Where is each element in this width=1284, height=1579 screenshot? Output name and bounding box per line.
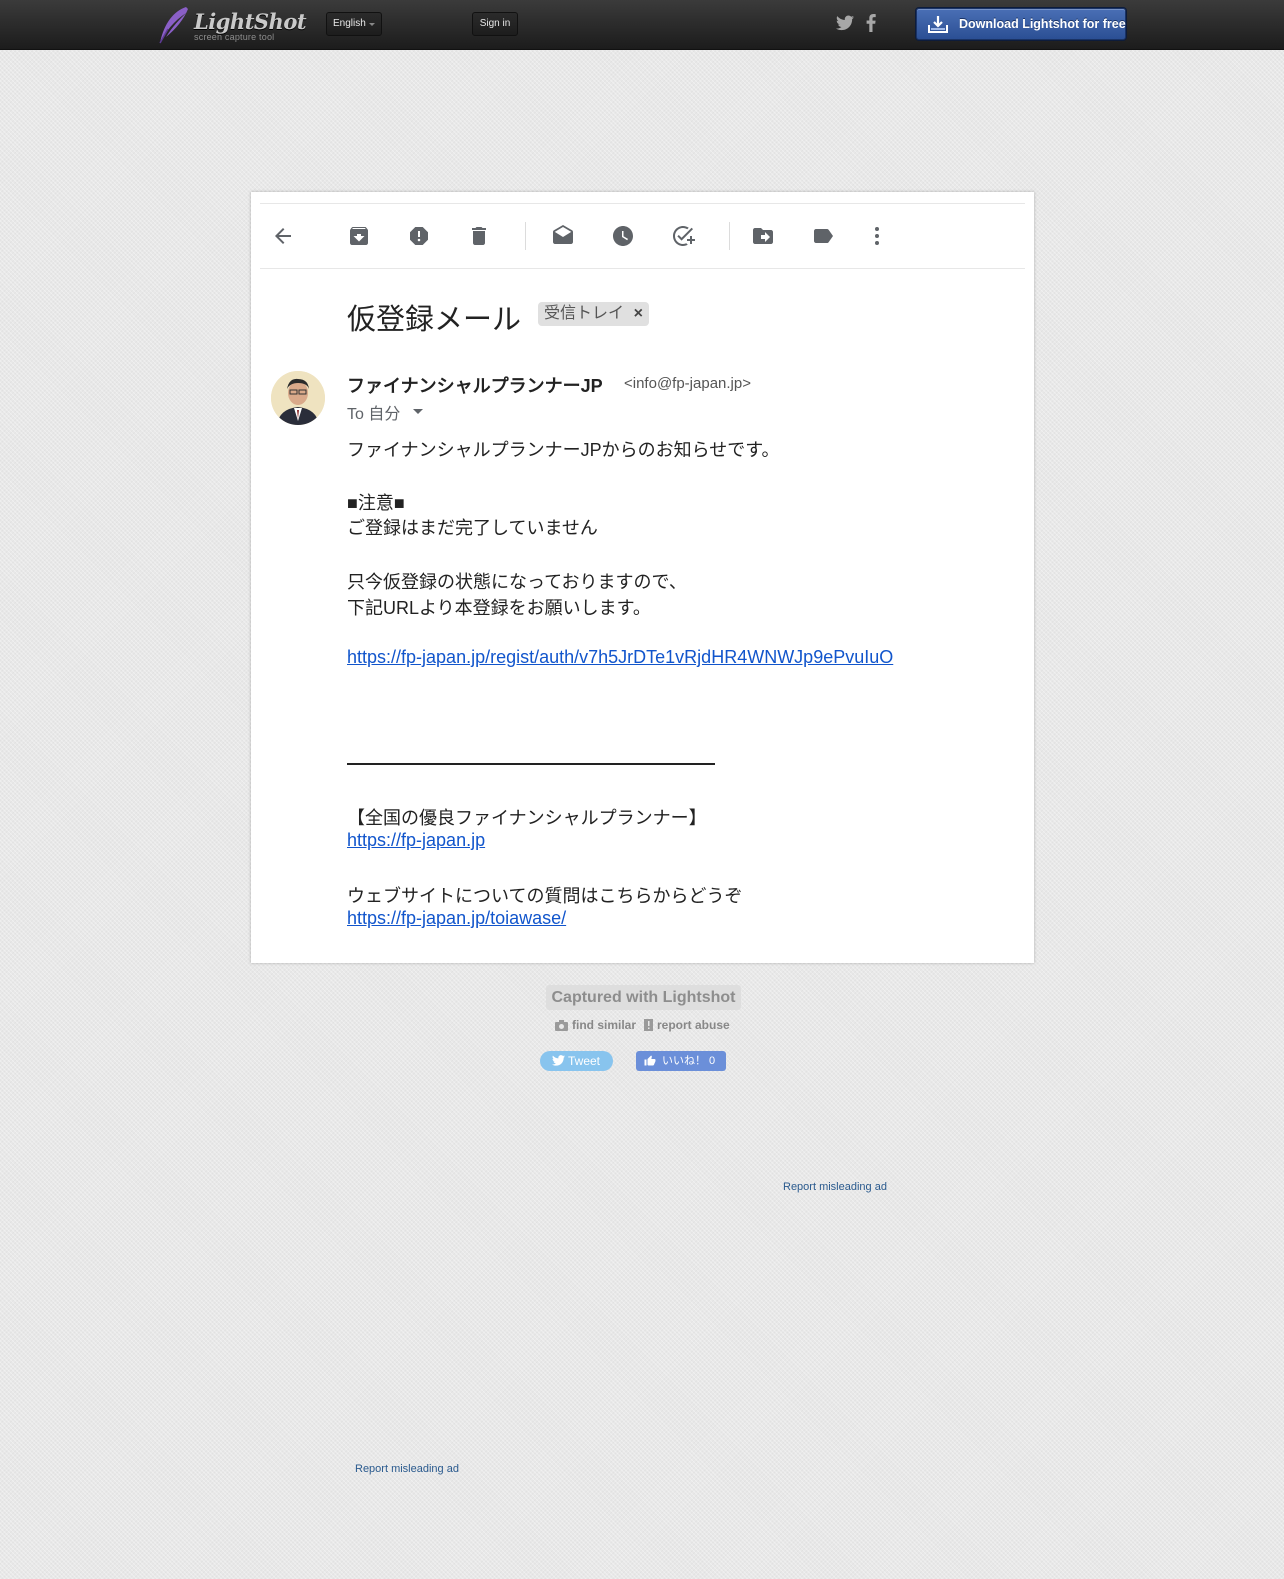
recipient-line[interactable]: To 自分 [347,400,400,424]
twitter-icon[interactable] [836,15,854,31]
body-line: ファイナンシャルプランナーJPからのお知らせです。 [347,440,780,460]
chevron-down-icon [369,23,375,26]
thumbs-up-icon [644,1055,656,1066]
report-abuse-label: report abuse [657,1018,730,1032]
lightshot-logo[interactable]: LightShot screen capture tool [156,5,307,45]
facebook-icon[interactable] [866,14,876,32]
body-line: ■注意■ [347,493,405,513]
download-label: Download Lightshot for free [959,17,1126,31]
more-vert-icon[interactable] [865,224,889,248]
toolbar-separator [525,222,526,250]
divider [260,203,1025,204]
find-similar-label: find similar [572,1018,637,1032]
close-icon[interactable]: × [634,302,643,326]
site-link[interactable]: https://fp-japan.jp [347,830,485,851]
body-line: 下記URLより本登録をお願いします。 [347,598,651,618]
divider [260,268,1025,269]
add-task-icon[interactable] [671,224,695,248]
signature-divider [347,763,715,765]
back-arrow-icon[interactable] [271,224,295,248]
label-chip-text: 受信トレイ [544,305,625,322]
snooze-icon[interactable] [611,224,635,248]
sender-email: <info@fp-japan.jp> [624,375,751,392]
body-line: 只今仮登録の状態になっておりますので、 [347,572,687,592]
logo-subtitle: screen capture tool [194,32,275,42]
language-selector[interactable]: English [326,12,382,36]
tweet-button[interactable]: Tweet [540,1051,613,1071]
move-to-icon[interactable] [751,224,775,248]
facebook-like-button[interactable]: いいね！ 0 [636,1051,726,1071]
inbox-label-chip: 受信トレイ × [538,302,649,326]
person-photo-icon [271,371,325,425]
email-subject: 仮登録メール [347,304,522,336]
delete-icon[interactable] [467,224,491,248]
find-similar-link[interactable]: find similar [555,1018,636,1032]
like-label: いいね！ 0 [662,1055,716,1067]
tweet-label: Tweet [568,1054,601,1068]
body-line: ウェブサイトについての質問はこちらからどうぞ [347,886,743,906]
report-misleading-ad-link[interactable]: Report misleading ad [783,1181,887,1193]
screenshot-card: 仮登録メール 受信トレイ × ファイナンシャルプランナーJP <info@fp-… [251,192,1034,963]
contact-link[interactable]: https://fp-japan.jp/toiawase/ [347,908,566,929]
body-line: ご登録はまだ完了していません [347,518,598,538]
download-lightshot-button[interactable]: Download Lightshot for free [916,8,1126,40]
registration-link[interactable]: https://fp-japan.jp/regist/auth/v7h5JrDT… [347,647,893,668]
avatar [271,371,325,425]
mark-unread-icon[interactable] [551,224,575,248]
feather-icon [159,7,188,44]
labels-icon[interactable] [811,224,835,248]
logo-title: LightShot [194,9,307,34]
toolbar-separator [729,222,730,250]
download-tray-icon [928,16,948,33]
top-header: LightShot screen capture tool English Si… [0,0,1284,50]
report-abuse-link[interactable]: report abuse [644,1018,730,1032]
report-misleading-ad-link[interactable]: Report misleading ad [355,1463,459,1475]
twitter-icon [552,1055,565,1066]
camera-icon [555,1020,568,1031]
body-line: 【全国の優良ファイナンシャルプランナー】 [347,808,707,828]
captured-with-lightshot: Captured with Lightshot [546,985,741,1010]
language-label: English [333,18,366,29]
archive-icon[interactable] [347,224,371,248]
flag-icon [644,1019,653,1031]
report-spam-icon[interactable] [407,224,431,248]
sender-name: ファイナンシャルプランナーJP [347,376,603,396]
sign-in-button[interactable]: Sign in [472,12,518,36]
chevron-down-icon[interactable] [413,409,423,414]
